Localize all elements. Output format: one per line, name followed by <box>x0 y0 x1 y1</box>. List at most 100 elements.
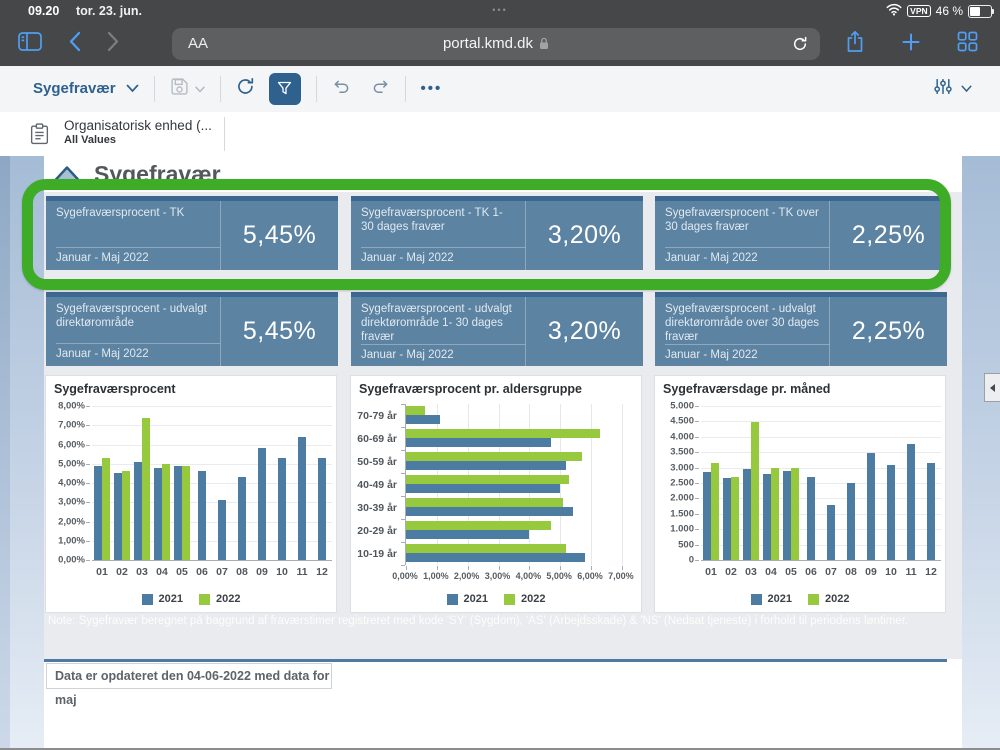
plot-area <box>405 404 628 565</box>
kpi-title: Sygefraværsprocent - TK 1- 30 dages frav… <box>361 206 525 247</box>
x-tick-label: 7,00% <box>608 571 634 581</box>
filter-settings-chevron-icon[interactable] <box>961 80 972 98</box>
x-category-label: 10 <box>881 566 901 578</box>
undo-icon[interactable] <box>332 79 351 99</box>
y-tick-label: 6,00% <box>58 439 85 450</box>
x-category-label: 11 <box>901 566 921 578</box>
tick-mark <box>401 450 405 451</box>
y-tick-label: 3.000 <box>670 462 694 473</box>
share-icon[interactable] <box>845 30 865 59</box>
chart-sygefravaersdage[interactable]: Sygefraværsdage pr. måned 05001.0001.500… <box>655 376 945 612</box>
tick-mark <box>695 483 699 484</box>
kpi-value: 5,45% <box>243 221 316 250</box>
tick-mark <box>401 519 405 520</box>
gridline <box>92 445 332 446</box>
reload-icon[interactable] <box>792 36 808 57</box>
x-tick-label: 5,00% <box>546 571 572 581</box>
x-tick-label: 0,00% <box>392 571 418 581</box>
more-actions-button[interactable]: ••• <box>421 80 443 97</box>
new-tab-icon[interactable] <box>901 32 921 57</box>
tick-mark <box>86 464 90 465</box>
x-category-label: 12 <box>312 566 332 578</box>
bar-2021 <box>114 473 122 560</box>
bar-2021 <box>298 437 306 560</box>
bar-2021 <box>827 505 835 560</box>
kpi-card-dir-short[interactable]: Sygefraværsprocent - udvalgt direktøromr… <box>351 292 643 366</box>
category-label: 30-39 år <box>357 502 397 514</box>
save-button[interactable] <box>170 77 189 101</box>
filter-settings-icon[interactable] <box>934 78 952 100</box>
y-tick-label: 4.500 <box>670 416 694 427</box>
url-text: portal.kmd.dk <box>172 35 820 54</box>
story-title-menu[interactable]: Sygefravær <box>33 80 116 97</box>
footnote: Note: Sygefravær beregnet på baggrund af… <box>48 615 958 627</box>
bar-2021 <box>406 438 551 447</box>
gridline <box>701 452 941 453</box>
kpi-card-tk-total[interactable]: Sygefraværsprocent - TK Januar - Maj 202… <box>46 196 338 270</box>
story-title-chevron-icon[interactable] <box>126 80 139 98</box>
legend-label: 2021 <box>464 593 488 605</box>
y-tick-label: 5.000 <box>670 401 694 412</box>
data-updated-box: Data er opdateret den 04-06-2022 med dat… <box>46 663 332 689</box>
y-tick-label: 1.000 <box>670 524 694 535</box>
legend-swatch-2021 <box>142 594 153 605</box>
bar-2021 <box>406 507 573 516</box>
address-bar[interactable]: AA portal.kmd.dk <box>172 28 820 60</box>
plot-area <box>92 406 332 561</box>
bar-2021 <box>218 500 226 560</box>
bar-2022 <box>182 466 190 560</box>
x-category-label: 11 <box>292 566 312 578</box>
sidebar-icon[interactable] <box>18 32 42 56</box>
bar-2022 <box>731 477 739 560</box>
x-category-label: 04 <box>152 566 172 578</box>
kpi-card-dir-total[interactable]: Sygefraværsprocent - udvalgt direktøromr… <box>46 292 338 366</box>
kpi-title: Sygefraværsprocent - TK over 30 dages fr… <box>665 206 829 247</box>
tick-mark <box>695 529 699 530</box>
chart-sygefravaersprocent[interactable]: Sygefraværsprocent 0,00%1,00%2,00%3,00%4… <box>46 376 336 612</box>
bar-2022 <box>751 422 759 560</box>
gridline <box>701 406 941 407</box>
chart-aldersgruppe[interactable]: Sygefraværsprocent pr. aldersgruppe 70-7… <box>351 376 641 612</box>
redo-icon[interactable] <box>371 79 390 99</box>
x-category-label: 07 <box>212 566 232 578</box>
legend-swatch-2022 <box>504 594 515 605</box>
tick-mark <box>86 541 90 542</box>
tick-mark <box>401 496 405 497</box>
x-category-label: 07 <box>821 566 841 578</box>
panel-expander-button[interactable] <box>984 373 1000 402</box>
forward-button[interactable] <box>107 31 120 57</box>
kpi-period: Januar - Maj 2022 <box>665 344 829 362</box>
tick-mark <box>401 542 405 543</box>
chart-legend: 2021 2022 <box>46 593 336 605</box>
page-margin-right <box>962 156 1000 750</box>
kpi-card-tk-short[interactable]: Sygefraværsprocent - TK 1- 30 dages frav… <box>351 196 643 270</box>
filter-token-org-enhed[interactable]: Organisatorisk enhed (... All Values <box>64 118 212 146</box>
kpi-period: Januar - Maj 2022 <box>56 247 220 265</box>
x-category-label: 09 <box>861 566 881 578</box>
filter-button-active[interactable] <box>269 73 301 105</box>
y-tick-label: 500 <box>678 539 694 550</box>
refresh-button[interactable] <box>236 77 255 101</box>
save-chevron-icon[interactable] <box>195 80 205 98</box>
tabs-icon[interactable] <box>957 31 978 57</box>
bar-2021 <box>743 469 751 560</box>
category-label: 40-49 år <box>357 479 397 491</box>
kpi-card-dir-long[interactable]: Sygefraværsprocent - udvalgt direktøromr… <box>655 292 947 366</box>
back-button[interactable] <box>68 31 81 57</box>
y-tick-label: 3.500 <box>670 447 694 458</box>
wifi-icon <box>886 3 902 19</box>
kpi-value: 3,20% <box>548 317 621 346</box>
bar-2021 <box>887 465 895 560</box>
kpi-card-tk-long[interactable]: Sygefraværsprocent - TK over 30 dages fr… <box>655 196 947 270</box>
gridline <box>701 437 941 438</box>
x-category-label: 04 <box>761 566 781 578</box>
tick-mark <box>86 502 90 503</box>
x-category-label: 01 <box>92 566 112 578</box>
ios-status-bar: 09.20 tor. 23. jun. ••• VPN 46 % <box>0 0 1000 22</box>
bar-2022 <box>406 429 600 438</box>
data-updated-text: Data er opdateret den 04-06-2022 med dat… <box>47 664 331 712</box>
legend-label: 2021 <box>159 593 183 605</box>
bar-2022 <box>406 475 569 484</box>
x-tick-label: 1,00% <box>423 571 449 581</box>
x-category-label: 05 <box>172 566 192 578</box>
